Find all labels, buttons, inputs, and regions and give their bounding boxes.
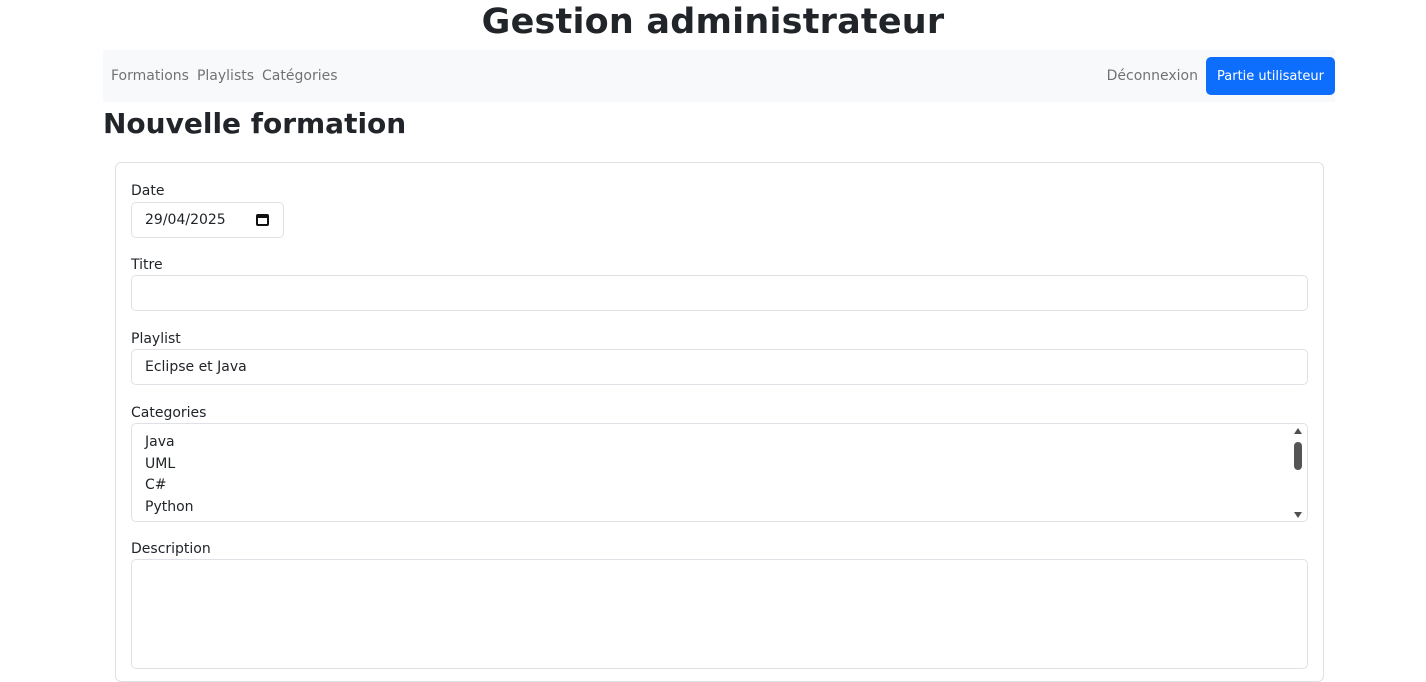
scroll-down-arrow-icon[interactable] <box>1294 512 1302 518</box>
nav-actions: Déconnexion Partie utilisateur <box>1107 50 1335 102</box>
description-label: Description <box>131 541 211 557</box>
category-option-java[interactable]: Java <box>145 432 1294 454</box>
date-input[interactable]: 29/04/2025 <box>131 202 284 238</box>
date-value: 29/04/2025 <box>145 212 226 228</box>
categories-multiselect[interactable]: Java UML C# Python <box>131 423 1308 522</box>
navbar: Formations Playlists Catégories Déconnex… <box>103 50 1335 102</box>
app-title: Gestion administrateur <box>481 2 945 42</box>
titre-label: Titre <box>131 257 163 273</box>
date-label: Date <box>131 183 165 199</box>
page-title: Nouvelle formation <box>103 107 407 140</box>
scroll-up-arrow-icon[interactable] <box>1294 428 1302 434</box>
calendar-icon[interactable] <box>256 214 269 226</box>
formation-form-card: Date 29/04/2025 Titre Playlist Eclipse e… <box>115 162 1324 682</box>
category-option-python[interactable]: Python <box>145 497 1294 519</box>
playlist-select[interactable]: Eclipse et Java <box>131 349 1308 385</box>
nav-link-playlists[interactable]: Playlists <box>197 68 254 84</box>
scroll-thumb[interactable] <box>1294 442 1302 470</box>
description-textarea[interactable] <box>131 559 1308 669</box>
playlist-label: Playlist <box>131 331 181 347</box>
playlist-value: Eclipse et Java <box>145 359 247 375</box>
nav-links: Formations Playlists Catégories <box>111 50 338 102</box>
categories-scrollbar[interactable] <box>1293 428 1303 518</box>
user-area-button[interactable]: Partie utilisateur <box>1206 57 1335 95</box>
nav-link-categories[interactable]: Catégories <box>262 68 337 84</box>
category-option-csharp[interactable]: C# <box>145 475 1294 497</box>
category-option-uml[interactable]: UML <box>145 454 1294 476</box>
titre-input[interactable] <box>131 275 1308 311</box>
logout-link[interactable]: Déconnexion <box>1107 68 1198 84</box>
nav-link-formations[interactable]: Formations <box>111 68 189 84</box>
categories-label: Categories <box>131 405 207 421</box>
